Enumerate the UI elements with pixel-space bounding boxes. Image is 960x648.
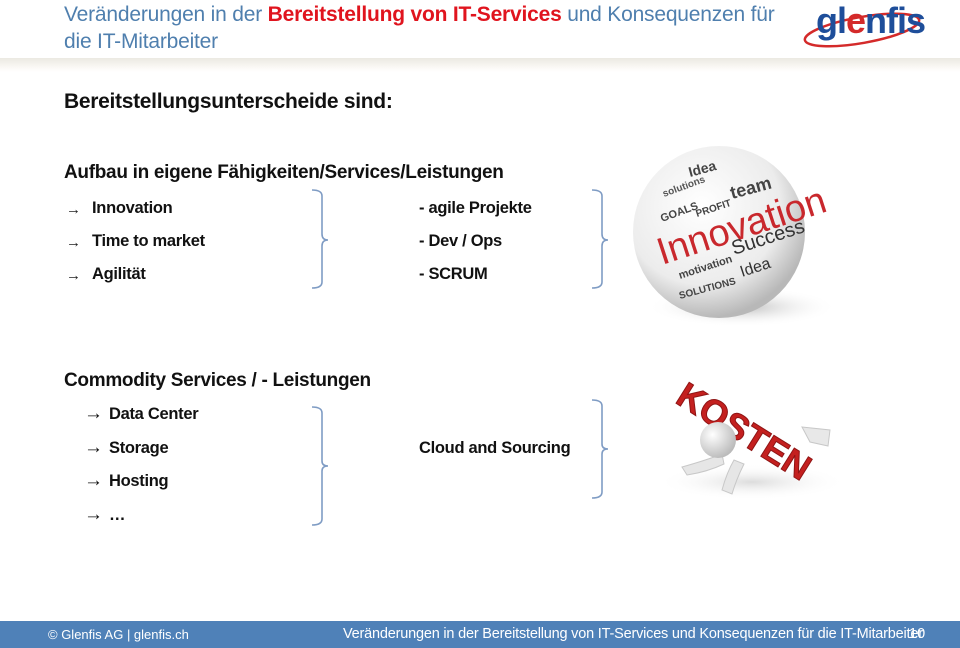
section2-result: Cloud and Sourcing xyxy=(419,439,571,457)
section1-result-devops: - Dev / Ops xyxy=(419,232,502,250)
section2-item-storage: Storage xyxy=(109,439,169,457)
arrow-icon: → xyxy=(66,234,81,251)
section1-result-agile: - agile Projekte xyxy=(419,199,532,217)
logo-text: glenfis xyxy=(816,0,926,42)
innovation-sphere-image: Idea solutions team GOALS PROFIT Innovat… xyxy=(633,146,834,327)
arrow-icon: → xyxy=(66,267,81,284)
logo-text-rest: nfis xyxy=(865,0,926,41)
title-prefix: Veränderungen in der xyxy=(64,3,268,26)
glenfis-logo: glenfis xyxy=(802,0,932,50)
section2-title: Commodity Services / - Leistungen xyxy=(64,370,371,391)
slide-title: Veränderungen in der Bereitstellung von … xyxy=(64,1,784,55)
arrow-icon: → xyxy=(84,403,103,424)
bracket-icon xyxy=(311,189,329,289)
arrow-icon: → xyxy=(84,437,103,458)
footer-title: Veränderungen in der Bereitstellung von … xyxy=(343,626,923,642)
section2-item-more: … xyxy=(109,506,126,524)
section1-item-innovation: Innovation xyxy=(92,199,173,217)
section1-item-time-to-market: Time to market xyxy=(92,232,205,250)
page-number: 10 xyxy=(909,626,926,642)
section1-title: Aufbau in eigene Fähigkeiten/Services/Le… xyxy=(64,162,504,183)
title-line2: die IT-Mitarbeiter xyxy=(64,30,218,53)
section2-item-data-center: Data Center xyxy=(109,405,199,423)
arrow-icon: → xyxy=(66,201,81,218)
bracket-icon xyxy=(311,406,329,526)
bracket-icon xyxy=(591,189,609,289)
section2-item-hosting: Hosting xyxy=(109,472,169,490)
logo-text-part: gl xyxy=(816,0,847,41)
kosten-figure-image: KOSTEN xyxy=(657,374,847,500)
header-divider xyxy=(0,58,960,72)
bracket-icon xyxy=(591,399,609,499)
arrow-icon: → xyxy=(84,504,103,525)
title-suffix: und Konsequenzen für xyxy=(561,3,775,26)
footer-bar: © Glenfis AG | glenfis.ch Veränderungen … xyxy=(0,621,960,648)
section1-result-scrum: - SCRUM xyxy=(419,265,488,283)
arrow-icon: → xyxy=(84,470,103,491)
section1-item-agilitaet: Agilität xyxy=(92,265,146,283)
title-highlight: Bereitstellung von IT-Services xyxy=(267,3,562,26)
section-heading: Bereitstellungsunterscheide sind: xyxy=(64,90,393,113)
logo-text-e: e xyxy=(846,0,866,41)
footer-copyright: © Glenfis AG | glenfis.ch xyxy=(48,627,189,642)
